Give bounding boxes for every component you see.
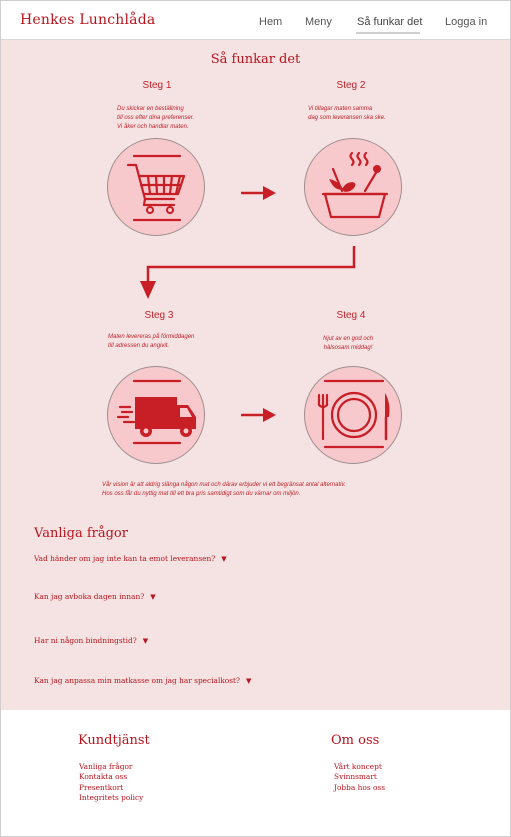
- page-title: Så funkar det: [210, 52, 301, 67]
- nav-menu[interactable]: Meny: [305, 16, 332, 28]
- faq-title: Vanliga frågor: [34, 526, 128, 541]
- faq-question-2[interactable]: Kan jag avboka dagen innan? ▼: [34, 592, 156, 601]
- step-3-label: Steg 3: [144, 310, 174, 321]
- step-3-circle: [107, 366, 205, 464]
- step-4-circle: [304, 366, 402, 464]
- nav-how-it-works[interactable]: Så funkar det: [357, 16, 422, 28]
- site-footer: Kundtjänst Vanliga frågor Kontakta oss P…: [1, 711, 510, 835]
- footer-link-contact[interactable]: Kontakta oss: [79, 772, 127, 781]
- step-1-label: Steg 1: [142, 80, 172, 91]
- step-1-description: Du skickar en beställning till oss efter…: [117, 106, 195, 130]
- connector-arrow-icon: [140, 246, 356, 299]
- step-2-description: Vi tillagar maten samma dag som leverans…: [308, 106, 386, 121]
- faq-question-1[interactable]: Vad händer om jag inte kan ta emot lever…: [34, 554, 227, 563]
- footer-link-privacy[interactable]: Integritets policy: [79, 793, 143, 802]
- step-4-description: Njut av en god och hälsosam middag!: [323, 336, 374, 351]
- footer-about-title: Om oss: [331, 733, 380, 748]
- footer-link-svinnsmart[interactable]: Svinnsmart: [334, 772, 377, 781]
- caret-down-icon: ▼: [142, 637, 149, 645]
- caret-down-icon: ▼: [221, 555, 227, 563]
- faq-question-3[interactable]: Har ni någon bindningstid? ▼: [34, 636, 148, 645]
- brand-logo[interactable]: Henkes Lunchlåda: [20, 12, 155, 28]
- footer-link-faq[interactable]: Vanliga frågor: [79, 762, 132, 771]
- step-4-label: Steg 4: [336, 310, 366, 321]
- caret-down-icon: ▼: [150, 593, 156, 601]
- caret-down-icon: ▼: [245, 677, 252, 685]
- footer-link-concept[interactable]: Vårt koncept: [334, 762, 382, 771]
- faq-question-4[interactable]: Kan jag anpassa min matkasse om jag har …: [34, 676, 251, 685]
- footer-link-jobs[interactable]: Jobba hos oss: [334, 783, 385, 792]
- step-2-circle: [304, 138, 402, 236]
- footer-link-giftcard[interactable]: Presentkort: [79, 783, 123, 792]
- cooking-pot-icon: [321, 151, 389, 219]
- delivery-truck-icon: [116, 379, 196, 445]
- arrow-right-icon: [241, 408, 276, 422]
- plate-cutlery-icon: [317, 379, 390, 449]
- vision-text: Vår vision är att aldrig slänga någon ma…: [102, 482, 346, 497]
- site-header: Henkes Lunchlåda Hem Meny Så funkar det …: [1, 1, 510, 40]
- main-content: Så funkar det Steg 1 Du skickar en bestä…: [1, 40, 510, 710]
- step-3-description: Maten levereras på förmiddagen till adre…: [108, 334, 195, 349]
- footer-service-title: Kundtjänst: [78, 733, 150, 748]
- nav-login[interactable]: Logga in: [445, 16, 487, 28]
- nav-home[interactable]: Hem: [259, 16, 282, 28]
- step-1-circle: [107, 138, 205, 236]
- step-2-label: Steg 2: [336, 80, 366, 91]
- arrow-right-icon: [241, 186, 276, 200]
- active-tab-indicator: [356, 32, 420, 34]
- shopping-cart-icon: [126, 154, 186, 222]
